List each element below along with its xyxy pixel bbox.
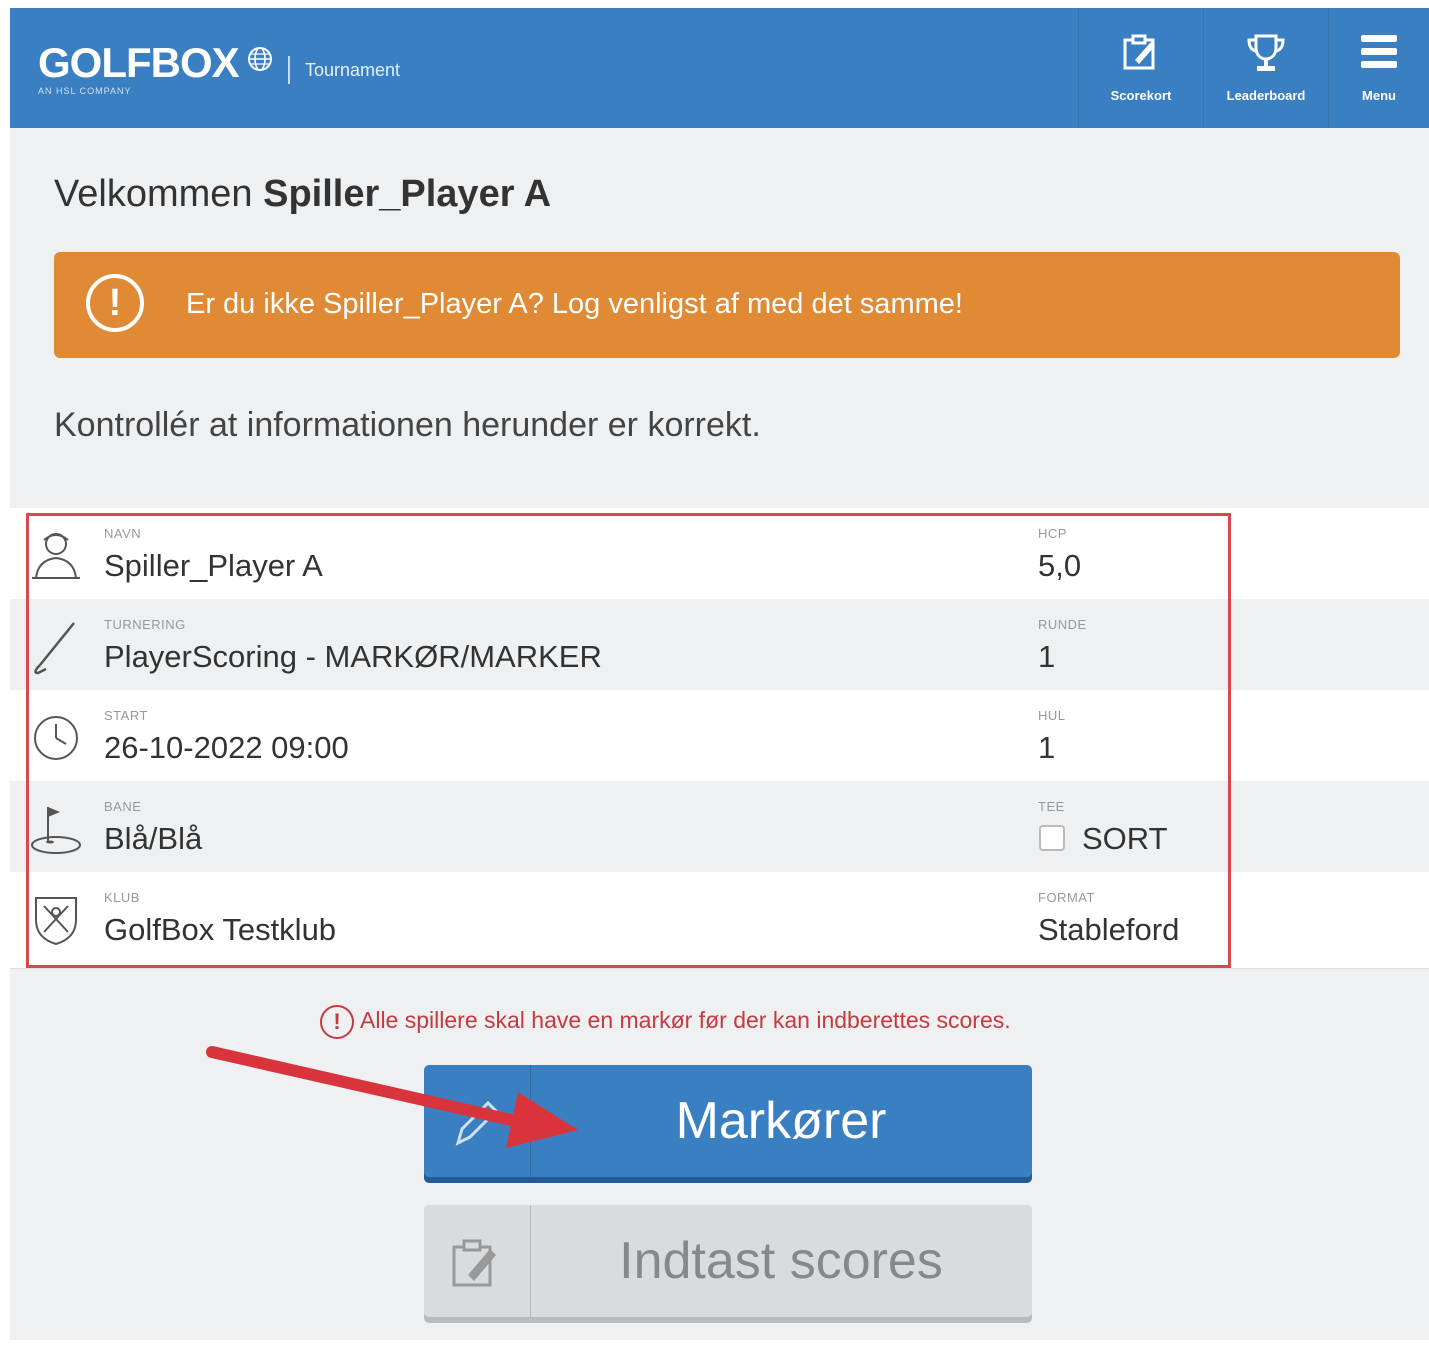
product-name: Tournament <box>305 60 401 80</box>
player-info-list: NAVN Spiller_Player A HCP 5,0 TURNERING … <box>10 508 1429 969</box>
name-value: Spiller_Player A <box>104 548 323 583</box>
markers-button-label: Markører <box>675 1092 887 1150</box>
hole-value: 1 <box>1038 730 1056 765</box>
hamburger-menu-icon <box>1361 35 1397 68</box>
info-row-tournament: TURNERING PlayerScoring - MARKØR/MARKER … <box>10 599 1429 690</box>
exclamation-icon: ! <box>320 1005 354 1039</box>
welcome-prefix: Velkommen <box>54 173 253 215</box>
tee-label: TEE <box>1038 799 1065 814</box>
warning-banner: ! Er du ikke Spiller_Player A? Log venli… <box>54 252 1400 358</box>
format-label: FORMAT <box>1038 890 1095 905</box>
club-crest-icon <box>28 892 84 953</box>
course-value: Blå/Blå <box>104 821 203 856</box>
hcp-value: 5,0 <box>1038 548 1082 583</box>
logo-divider <box>288 56 290 84</box>
annotation-arrow-icon <box>206 1046 578 1148</box>
start-value: 26-10-2022 09:00 <box>104 730 349 765</box>
enter-scores-button-label: Indtast scores <box>619 1232 943 1290</box>
app-frame: GOLFBOX AN HSL COMPANY Tournament Scorek… <box>10 8 1429 1340</box>
round-label: RUNDE <box>1038 617 1087 632</box>
scorecard-icon <box>1123 34 1155 70</box>
leaderboard-label: Leaderboard <box>1226 88 1306 103</box>
club-value: GolfBox Testklub <box>104 912 337 947</box>
player-name: Spiller_Player A <box>263 173 552 215</box>
round-value: 1 <box>1038 639 1056 674</box>
golfbox-logo[interactable]: GOLFBOX AN HSL COMPANY <box>38 42 273 96</box>
marker-required-notice: ! Alle spillere skal have en markør før d… <box>320 1005 1011 1039</box>
golfer-icon <box>28 528 84 589</box>
start-label: START <box>104 708 148 723</box>
welcome-heading: Velkommen Spiller_Player A <box>54 173 551 216</box>
hcp-label: HCP <box>1038 526 1067 541</box>
flag-green-icon <box>28 801 84 862</box>
tournament-label: TURNERING <box>104 617 186 632</box>
warning-message: Er du ikke Spiller_Player A? Log venligs… <box>186 288 963 320</box>
enter-scores-button[interactable]: Indtast scores <box>424 1205 1032 1317</box>
top-header: GOLFBOX AN HSL COMPANY Tournament Scorek… <box>10 8 1429 128</box>
menu-button[interactable]: Menu <box>1329 8 1429 128</box>
scorecard-button[interactable]: Scorekort <box>1079 8 1203 128</box>
clock-icon <box>28 710 84 771</box>
info-row-club: KLUB GolfBox Testklub FORMAT Stableford <box>10 872 1429 963</box>
hole-label: HUL <box>1038 708 1066 723</box>
menu-label: Menu <box>1362 88 1396 103</box>
club-label: KLUB <box>104 890 140 905</box>
course-label: BANE <box>104 799 142 814</box>
leaderboard-button[interactable]: Leaderboard <box>1204 8 1328 128</box>
name-label: NAVN <box>104 526 142 541</box>
tee-color-swatch <box>1039 825 1065 851</box>
scorecard-label: Scorekort <box>1110 88 1172 103</box>
scorecard-icon <box>424 1205 531 1317</box>
globe-icon <box>247 46 273 77</box>
tournament-value: PlayerScoring - MARKØR/MARKER <box>104 639 602 674</box>
info-row-start: START 26-10-2022 09:00 HUL 1 <box>10 690 1429 781</box>
info-row-name: NAVN Spiller_Player A HCP 5,0 <box>10 508 1429 599</box>
golf-club-icon <box>28 619 84 680</box>
tee-value: SORT <box>1082 821 1168 856</box>
format-value: Stableford <box>1038 912 1180 947</box>
logo-subtitle: AN HSL COMPANY <box>38 86 132 96</box>
logo-text: GOLFBOX <box>38 39 240 86</box>
info-row-course: BANE Blå/Blå TEE SORT <box>10 781 1429 872</box>
trophy-icon <box>1247 34 1285 71</box>
exclamation-icon: ! <box>86 274 144 332</box>
notice-text: Alle spillere skal have en markør før de… <box>360 1007 1011 1034</box>
verify-instruction: Kontrollér at informationen herunder er … <box>54 406 761 444</box>
